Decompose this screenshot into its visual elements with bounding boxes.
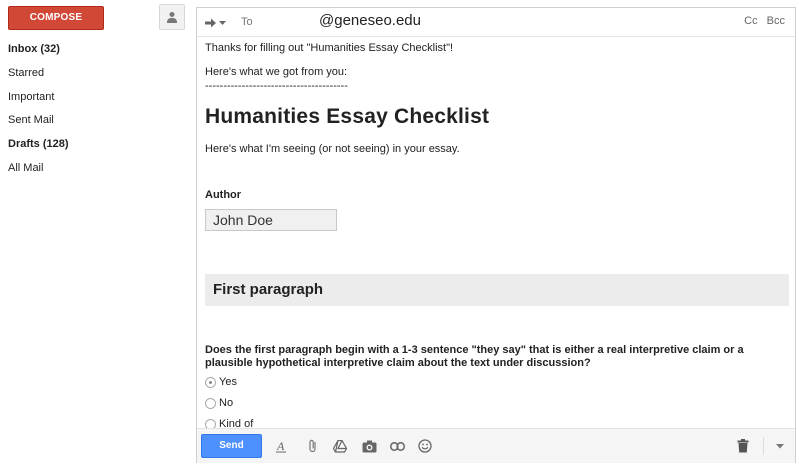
- bcc-link[interactable]: Bcc: [767, 15, 785, 27]
- compose-window: To @geneseo.edu Cc Bcc Thanks for fillin…: [196, 7, 796, 463]
- attach-icon[interactable]: [305, 438, 321, 454]
- photo-icon[interactable]: [361, 438, 377, 454]
- chevron-down-icon: [219, 20, 226, 25]
- intro-text: Thanks for filling out "Humanities Essay…: [205, 42, 454, 54]
- to-label[interactable]: To: [241, 16, 253, 28]
- trash-icon[interactable]: [735, 438, 751, 454]
- svg-text:A: A: [276, 439, 285, 453]
- option-label: No: [219, 397, 234, 409]
- contacts-button[interactable]: [159, 4, 185, 30]
- author-label: Author: [205, 189, 242, 201]
- option-label: Kind of: [219, 418, 254, 428]
- more-options-icon[interactable]: [772, 438, 788, 454]
- form-description: Here's what I'm seeing (or not seeing) i…: [205, 143, 460, 155]
- form-title: Humanities Essay Checklist: [205, 105, 490, 128]
- emoji-icon[interactable]: [417, 438, 433, 454]
- recipient-row: To @geneseo.edu Cc Bcc: [197, 8, 795, 37]
- link-icon[interactable]: [389, 438, 405, 454]
- divider-text: ---------------------------------------: [205, 80, 348, 92]
- radio-no[interactable]: [205, 397, 216, 409]
- radio-kind-of[interactable]: [205, 418, 216, 428]
- drive-icon[interactable]: [332, 438, 348, 454]
- option-no[interactable]: No: [205, 394, 787, 412]
- send-button[interactable]: Send: [201, 434, 262, 458]
- to-field[interactable]: @geneseo.edu: [319, 12, 421, 29]
- compose-button[interactable]: COMPOSE: [8, 6, 104, 30]
- question-text: Does the first paragraph begin with a 1-…: [205, 344, 744, 369]
- radio-yes[interactable]: [205, 376, 216, 388]
- sidebar-item-sent-mail[interactable]: Sent Mail: [0, 111, 190, 135]
- option-yes[interactable]: Yes: [205, 373, 787, 391]
- reply-type-button[interactable]: [205, 15, 226, 31]
- author-field[interactable]: John Doe: [205, 209, 337, 231]
- sidebar-item-important[interactable]: Important: [0, 88, 190, 112]
- compose-toolbar: Send A: [197, 428, 795, 463]
- cc-bcc-links: Cc Bcc: [738, 15, 785, 27]
- sidebar-item-inbox[interactable]: Inbox (32): [0, 40, 190, 64]
- section-header: First paragraph: [205, 274, 789, 306]
- sidebar: COMPOSE Inbox (32) Starred Important Sen…: [0, 0, 195, 465]
- subintro-text: Here's what we got from you:: [205, 66, 348, 78]
- sidebar-item-starred[interactable]: Starred: [0, 64, 190, 88]
- toolbar-divider: [763, 437, 764, 455]
- sidebar-item-drafts[interactable]: Drafts (128): [0, 135, 190, 159]
- option-kind-of[interactable]: Kind of: [205, 415, 787, 428]
- formatting-icon[interactable]: A: [273, 438, 289, 454]
- person-icon: [167, 12, 177, 23]
- message-body[interactable]: Thanks for filling out "Humanities Essay…: [197, 38, 795, 428]
- option-label: Yes: [219, 376, 237, 388]
- cc-link[interactable]: Cc: [744, 15, 757, 27]
- folder-list: Inbox (32) Starred Important Sent Mail D…: [0, 40, 190, 183]
- forward-arrow-icon: [205, 18, 216, 28]
- sidebar-item-all-mail[interactable]: All Mail: [0, 159, 190, 183]
